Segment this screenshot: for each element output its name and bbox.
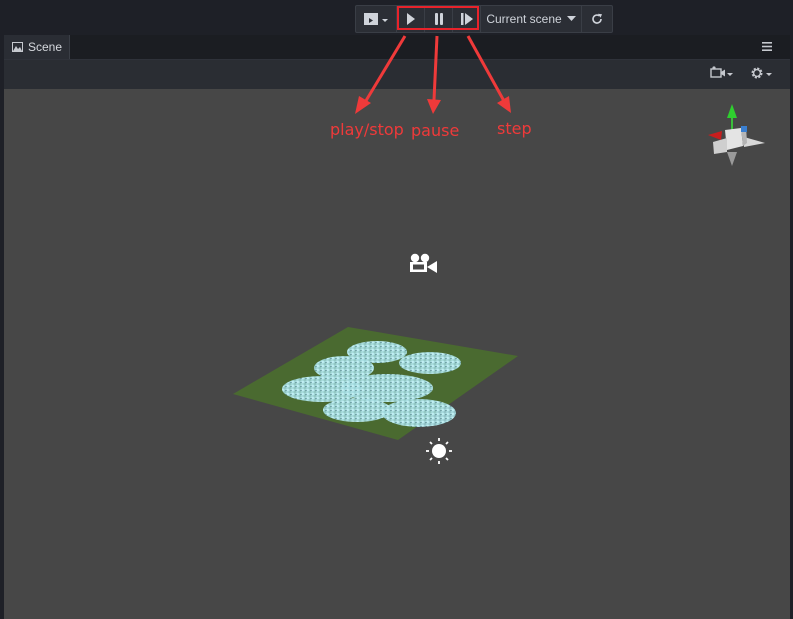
tab-scene-label: Scene	[28, 40, 63, 54]
viewport-toolbar	[4, 60, 790, 89]
preview-button[interactable]	[356, 6, 397, 32]
scene-viewport[interactable]	[4, 89, 790, 619]
refresh-button[interactable]	[582, 6, 612, 32]
scene-dropdown[interactable]: Current scene	[481, 6, 582, 32]
refresh-icon	[592, 13, 602, 24]
panel-tab-bar: Scene	[4, 35, 790, 60]
step-button[interactable]	[453, 6, 481, 32]
camera-icon	[710, 66, 733, 78]
editor-window: Current scene Scene play/stop pause step	[0, 0, 793, 619]
clapperboard-icon	[364, 13, 388, 25]
annotation-step: step	[497, 119, 532, 138]
camera-menu-button[interactable]	[710, 66, 734, 78]
chevron-down-icon	[566, 16, 576, 21]
scene-icon	[12, 42, 23, 52]
annotation-play: play/stop	[330, 120, 404, 139]
step-icon	[460, 13, 473, 25]
settings-menu-button[interactable]	[750, 66, 774, 80]
annotation-pause: pause	[411, 121, 460, 140]
scene-dropdown-label: Current scene	[486, 12, 562, 26]
gear-icon	[751, 67, 772, 79]
playback-toolbar: Current scene	[355, 5, 613, 33]
pause-icon	[434, 13, 443, 25]
tab-scene[interactable]: Scene	[4, 35, 70, 59]
panel-menu-button[interactable]	[762, 39, 772, 54]
hamburger-icon	[762, 42, 772, 51]
pause-button[interactable]	[425, 6, 453, 32]
play-button[interactable]	[397, 6, 425, 32]
play-icon	[406, 13, 415, 25]
